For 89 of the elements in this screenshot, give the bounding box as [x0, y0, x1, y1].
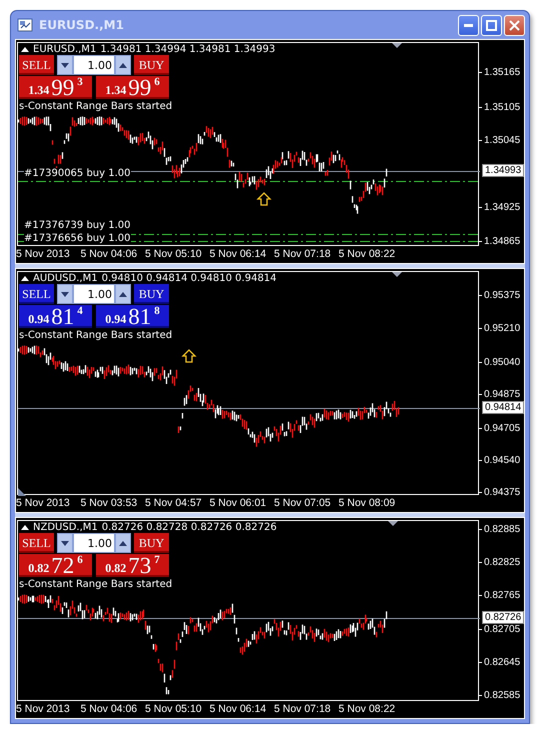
status-message: s-Constant Range Bars started: [19, 101, 172, 112]
price-axis-label: 0.94875: [484, 389, 520, 400]
collapse-triangle-icon[interactable]: [21, 276, 29, 281]
current-price-label: 1.34993: [482, 164, 524, 177]
current-price-label: 0.82726: [482, 611, 524, 624]
collapse-triangle-icon[interactable]: [21, 47, 29, 52]
price-axis-label: 0.82705: [484, 624, 520, 635]
app-icon: [17, 17, 33, 33]
current-price-label: 0.94814: [482, 401, 524, 414]
maximize-button[interactable]: [481, 14, 502, 36]
price-axis-label: 0.82825: [484, 557, 520, 568]
window-title: EURUSD.,M1: [39, 18, 125, 32]
up-arrow-icon: [181, 349, 197, 363]
close-icon: [509, 20, 520, 30]
shift-marker-icon: [392, 272, 402, 277]
price-axis-label: 0.94705: [484, 423, 520, 434]
ohlc-values: 0.94810 0.94814 0.94810 0.94814: [102, 273, 277, 284]
price-axis-label: 0.95375: [484, 290, 520, 301]
price-axis-label: 1.35045: [484, 135, 520, 146]
minimize-icon: [464, 24, 473, 26]
shift-marker-icon: [392, 43, 402, 48]
caret-down-icon: [61, 540, 69, 546]
lot-size-field[interactable]: 1.00: [73, 55, 115, 75]
price-axis-label: 0.94375: [484, 487, 520, 498]
price-axis-label: 1.34865: [484, 236, 520, 247]
caret-down-icon: [61, 292, 69, 296]
time-axis-label: 5 Nov 04:57: [145, 497, 202, 509]
price-axis-label: 1.34925: [484, 202, 520, 213]
symbol-label: AUDUSD.,M1: [33, 273, 98, 284]
lot-size-field[interactable]: 1.00: [73, 533, 115, 553]
time-axis-label: 5 Nov 08:09: [338, 497, 396, 509]
time-axis-label: 5 Nov 04:06: [80, 703, 138, 715]
sell-button[interactable]: SELL: [19, 55, 54, 75]
time-axis-label: 5 Nov 06:01: [210, 497, 266, 509]
ohlc-values: 0.82726 0.82728 0.82726 0.82726: [102, 522, 277, 533]
increase-button[interactable]: [115, 533, 131, 553]
price-axis-label: 0.82645: [484, 657, 520, 668]
collapse-triangle-icon[interactable]: [21, 525, 29, 530]
caret-up-icon: [119, 62, 127, 68]
time-axis-label: 5 Nov 08:22: [338, 248, 396, 260]
up-arrow-icon: [256, 192, 272, 206]
decrease-button[interactable]: [57, 55, 73, 75]
time-axis-label: 5 Nov 07:18: [274, 248, 331, 260]
price-axis-label: 0.94540: [484, 455, 520, 466]
order-label: #17376656 buy 1.00: [24, 233, 131, 245]
maximize-icon: [486, 20, 497, 30]
ohlc-values: 1.34981 1.34994 1.34981 1.34993: [100, 44, 276, 55]
price-axis-label: 0.95040: [484, 357, 520, 368]
symbol-label: EURUSD.,M1: [33, 44, 96, 55]
caret-down-icon: [61, 62, 69, 68]
time-axis-label: 5 Nov 2013: [16, 248, 70, 260]
buy-button[interactable]: BUY: [134, 284, 169, 304]
time-axis-label: 5 Nov 06:14: [210, 703, 266, 715]
sell-button[interactable]: SELL: [19, 533, 54, 553]
lot-size-field[interactable]: 1.00: [73, 284, 115, 304]
sell-button[interactable]: SELL: [19, 284, 54, 304]
time-axis-label: 5 Nov 05:10: [145, 703, 202, 715]
time-axis-label: 5 Nov 07:05: [274, 497, 331, 509]
buy-button[interactable]: BUY: [134, 55, 169, 75]
status-message: s-Constant Range Bars started: [19, 579, 172, 590]
price-axis-label: 0.82885: [484, 524, 520, 535]
time-axis-label: 5 Nov 07:18: [274, 703, 331, 715]
time-axis-label: 5 Nov 06:14: [210, 248, 266, 260]
close-button[interactable]: [504, 14, 525, 36]
price-axis-label: 0.82585: [484, 690, 520, 701]
symbol-label: NZDUSD.,M1: [33, 522, 98, 533]
time-axis-label: 5 Nov 2013: [16, 703, 70, 715]
increase-button[interactable]: [115, 284, 131, 304]
caret-up-icon: [119, 292, 127, 296]
price-axis-label: 1.35165: [484, 67, 520, 78]
status-message: s-Constant Range Bars started: [19, 330, 172, 341]
price-axis-label: 1.35105: [484, 102, 520, 113]
caret-up-icon: [119, 540, 127, 546]
minimize-button[interactable]: [458, 14, 479, 36]
time-axis-label: 5 Nov 03:53: [80, 497, 138, 509]
time-axis-label: 5 Nov 08:22: [338, 703, 396, 715]
shift-marker-icon: [388, 521, 398, 526]
time-axis-label: 5 Nov 2013: [16, 497, 70, 509]
decrease-button[interactable]: [57, 284, 73, 304]
decrease-button[interactable]: [57, 533, 73, 553]
corner-marker-icon: [18, 488, 26, 496]
buy-button[interactable]: BUY: [134, 533, 169, 553]
order-label: #17390065 buy 1.00: [24, 168, 131, 180]
time-axis-label: 5 Nov 05:10: [145, 248, 202, 260]
time-axis-label: 5 Nov 04:06: [80, 248, 138, 260]
increase-button[interactable]: [115, 55, 131, 75]
price-axis-label: 0.82765: [484, 590, 520, 601]
price-axis-label: 0.95210: [484, 323, 520, 334]
order-label: #17376739 buy 1.00: [24, 220, 131, 232]
